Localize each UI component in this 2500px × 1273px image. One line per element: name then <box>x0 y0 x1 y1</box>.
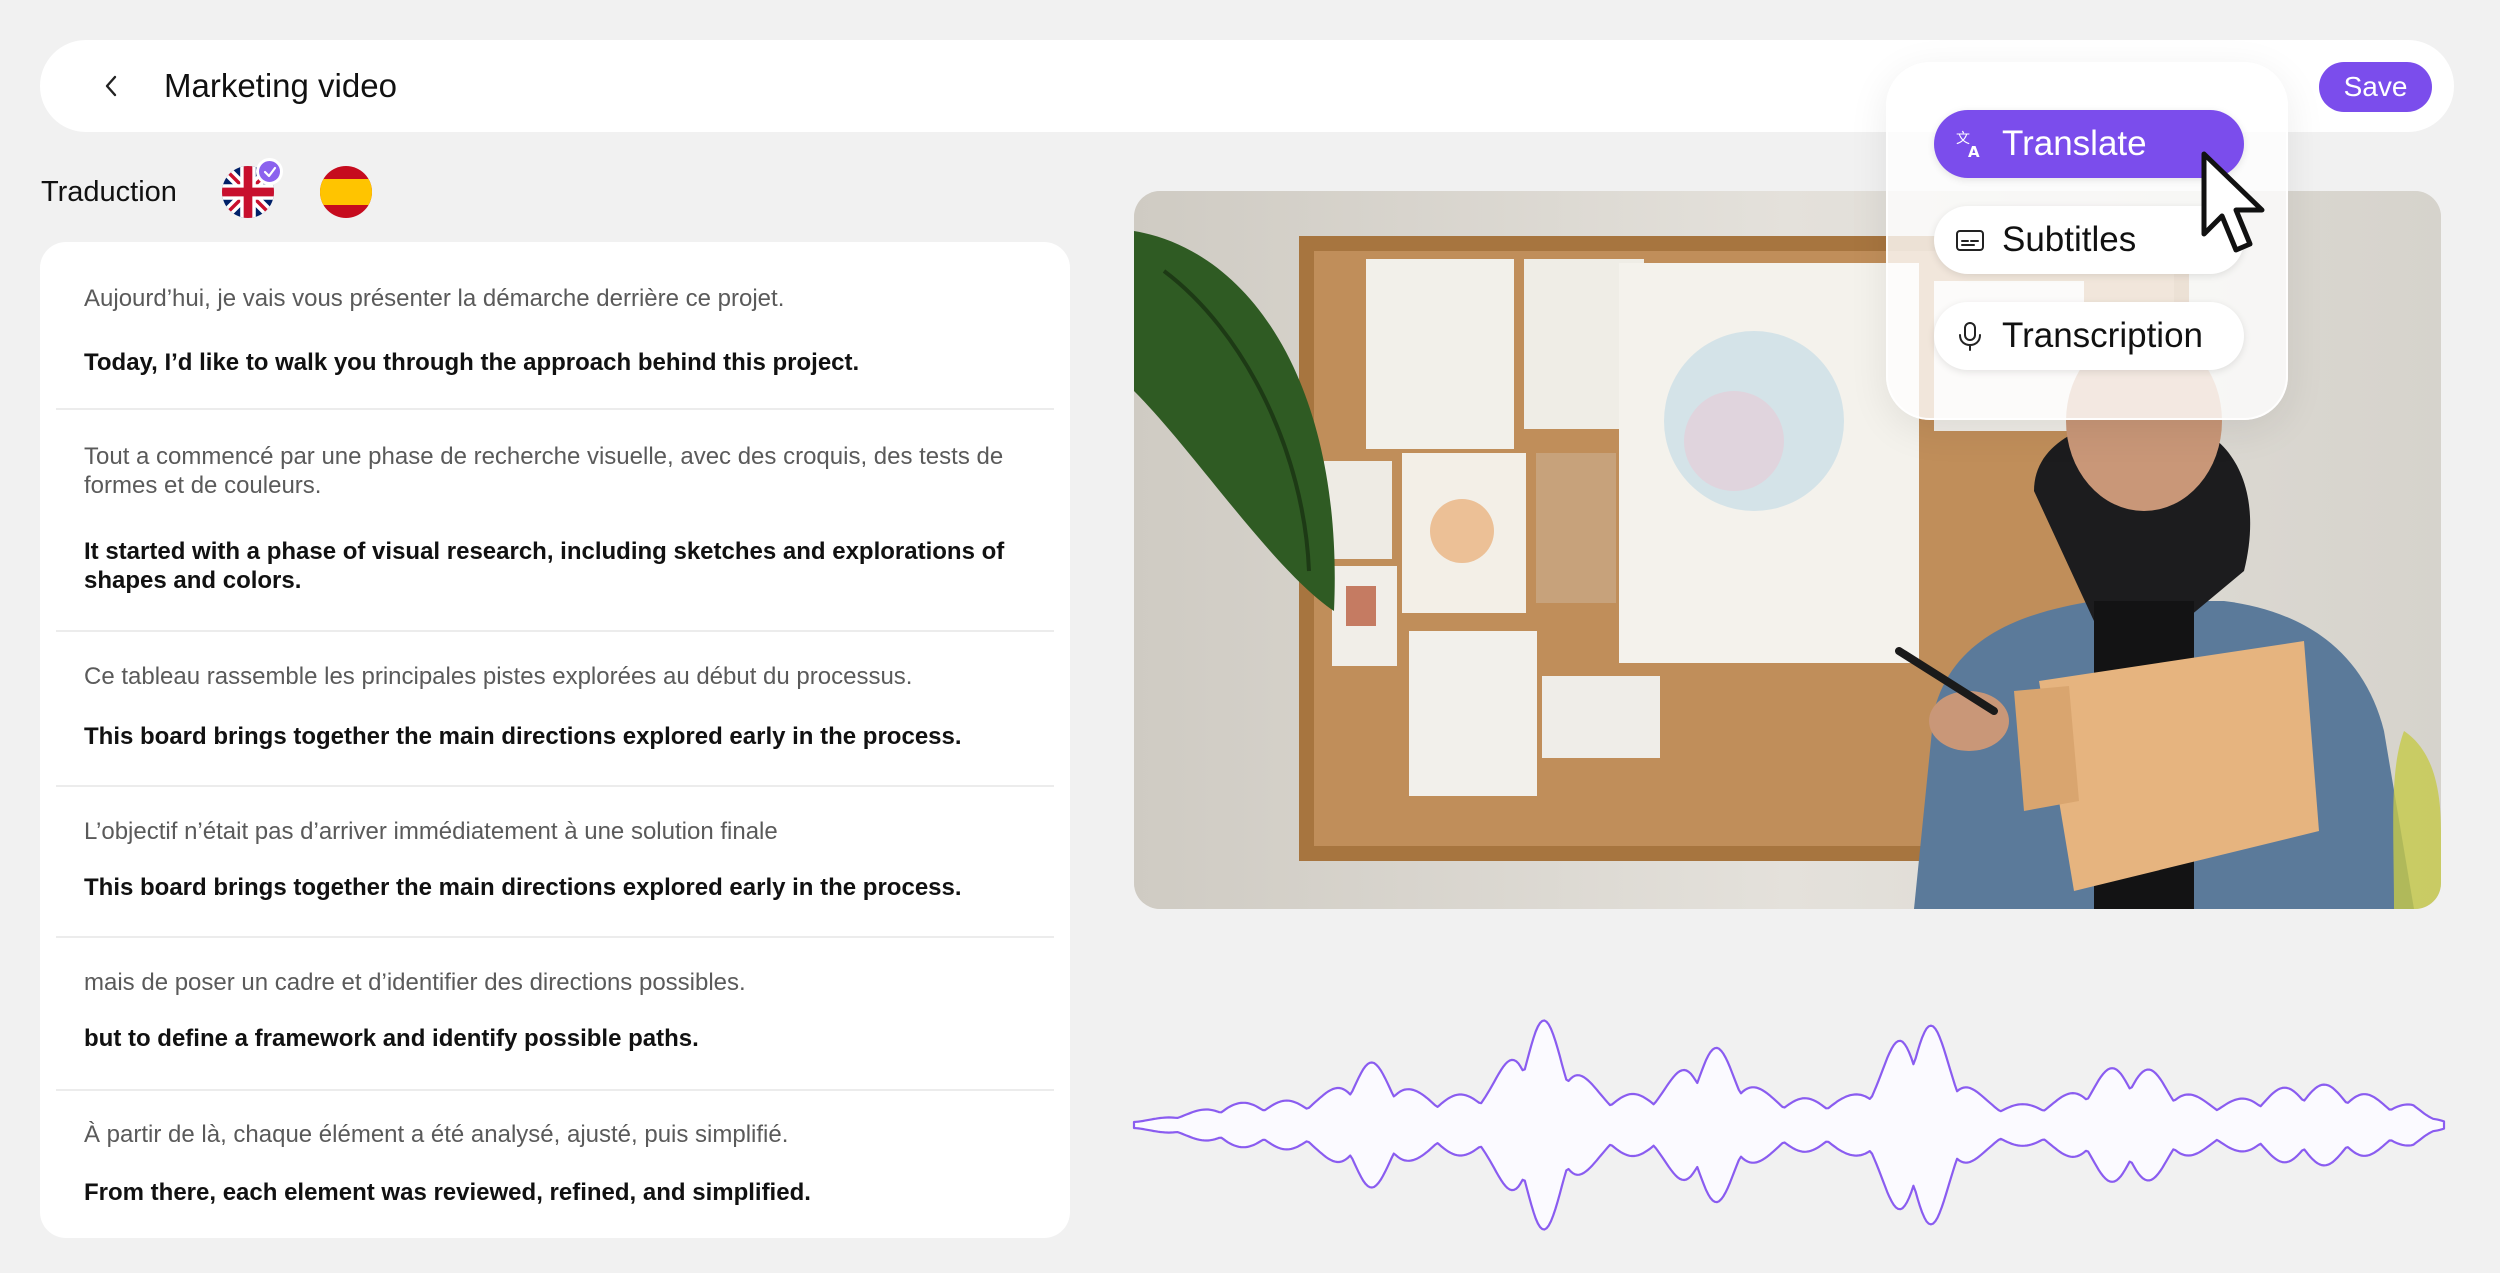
transcript-segment[interactable]: À partir de là, chaque élément a été ana… <box>56 1091 1054 1238</box>
transcript-segment[interactable]: Aujourd’hui, je vais vous présenter la d… <box>56 242 1054 410</box>
spain-flag-icon <box>320 166 372 218</box>
spain-flag[interactable] <box>320 166 372 218</box>
source-text: Aujourd’hui, je vais vous présenter la d… <box>84 285 785 312</box>
selected-check-icon <box>256 158 283 185</box>
transcription-menu-item[interactable]: Transcription <box>1934 302 2244 370</box>
subtitles-icon <box>1950 220 1990 260</box>
source-text: À partir de là, chaque élément a été ana… <box>84 1121 789 1148</box>
translated-text: Today, I’d like to walk you through the … <box>84 349 860 376</box>
translated-text: It started with a phase of visual resear… <box>84 538 1005 594</box>
back-button[interactable] <box>92 66 132 106</box>
translated-text: but to define a framework and identify p… <box>84 1025 699 1052</box>
menu-item-label: Translate <box>2002 124 2147 163</box>
translate-icon: 文 A <box>1950 124 1990 164</box>
source-text: mais de poser un cadre et d’identifier d… <box>84 969 746 996</box>
page-title: Marketing video <box>164 67 397 104</box>
svg-text:A: A <box>1968 143 1980 160</box>
menu-item-label: Transcription <box>2002 316 2203 355</box>
transcript-segment[interactable]: mais de poser un cadre et d’identifier d… <box>56 938 1054 1091</box>
transcript-segment[interactable]: L’objectif n’était pas d’arriver immédia… <box>56 787 1054 938</box>
transcript-segment[interactable]: Tout a commencé par une phase de recherc… <box>56 410 1054 632</box>
transcript-panel: Aujourd’hui, je vais vous présenter la d… <box>40 242 1070 1238</box>
menu-item-label: Subtitles <box>2002 220 2137 259</box>
source-text: Ce tableau rassemble les principales pis… <box>84 663 913 690</box>
translated-text: This board brings together the main dire… <box>84 723 962 750</box>
traduction-label: Traduction <box>41 176 177 208</box>
audio-waveform[interactable] <box>1130 1010 2450 1250</box>
mouse-pointer-icon <box>2201 151 2265 253</box>
translated-text: This board brings together the main dire… <box>84 874 962 901</box>
source-text: L’objectif n’était pas d’arriver immédia… <box>84 818 778 845</box>
source-text: Tout a commencé par une phase de recherc… <box>84 443 1004 499</box>
translated-text: From there, each element was reviewed, r… <box>84 1179 811 1206</box>
chevron-left-icon <box>105 75 117 97</box>
save-button[interactable]: Save <box>2319 62 2432 112</box>
waveform-path <box>1132 1019 2446 1231</box>
transcript-segment[interactable]: Ce tableau rassemble les principales pis… <box>56 632 1054 787</box>
microphone-icon <box>1950 316 1990 356</box>
